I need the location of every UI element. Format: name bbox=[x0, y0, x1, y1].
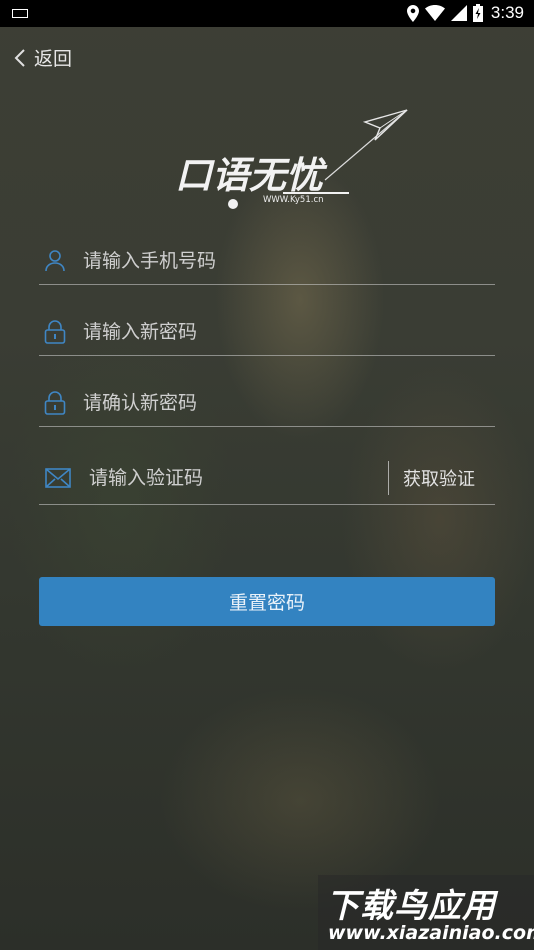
back-button[interactable]: 返回 bbox=[14, 44, 72, 71]
phone-field-row bbox=[39, 238, 495, 285]
verification-code-field-row: 获取验证 bbox=[39, 452, 495, 505]
phone-input[interactable] bbox=[81, 249, 495, 273]
keyboard-icon bbox=[12, 9, 28, 18]
watermark-title: 下载鸟应用 bbox=[326, 886, 496, 925]
envelope-icon bbox=[41, 468, 75, 488]
chevron-left-icon bbox=[14, 48, 25, 67]
reset-password-button[interactable]: 重置密码 bbox=[39, 577, 495, 626]
watermark-url: www.xiazainiao.com bbox=[328, 922, 534, 944]
battery-icon bbox=[472, 4, 483, 22]
confirm-password-input[interactable] bbox=[81, 390, 495, 415]
location-icon bbox=[406, 4, 419, 22]
new-password-input[interactable] bbox=[81, 319, 495, 344]
wifi-icon bbox=[424, 5, 445, 21]
lock-icon bbox=[41, 390, 69, 415]
signal-icon bbox=[450, 5, 467, 21]
logo-text: 口语无忧 bbox=[175, 154, 328, 197]
get-code-button[interactable]: 获取验证 bbox=[403, 465, 475, 491]
watermark: 下载鸟应用 www.xiazainiao.com bbox=[318, 875, 534, 950]
status-time: 3:39 bbox=[490, 3, 524, 22]
user-icon bbox=[41, 250, 69, 272]
logo-url: WWW.Ky51.cn bbox=[263, 195, 324, 205]
verification-code-input[interactable] bbox=[87, 466, 388, 490]
new-password-field-row bbox=[39, 308, 495, 356]
confirm-password-field-row bbox=[39, 379, 495, 427]
back-label: 返回 bbox=[34, 48, 73, 70]
lock-icon bbox=[41, 319, 69, 344]
status-bar: 3:39 bbox=[0, 0, 534, 27]
app-logo: 口语无忧 WWW.Ky51.cn bbox=[175, 108, 415, 218]
divider bbox=[388, 461, 389, 495]
